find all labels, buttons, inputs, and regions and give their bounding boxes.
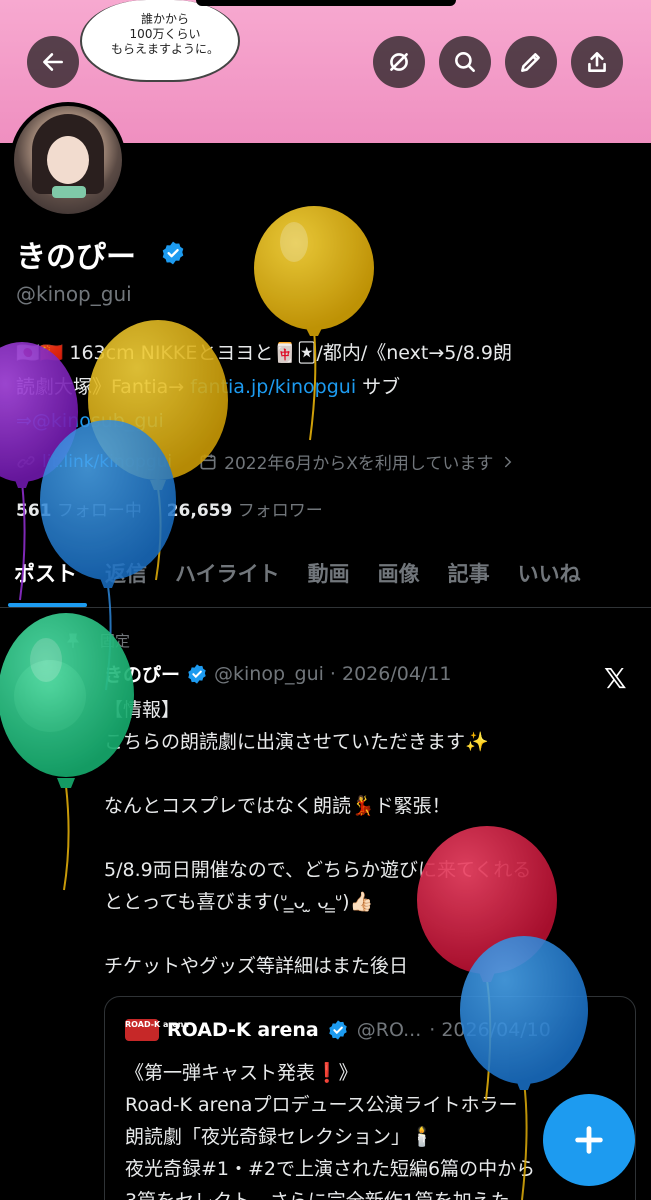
share-icon: [588, 52, 606, 72]
quoted-post-header: ROAD-K arena ROAD-K arena @RO... · 2026/…: [125, 1019, 551, 1041]
bubble-line: もらえますように。: [110, 42, 219, 56]
pinned-label: 固定: [100, 632, 131, 650]
avatar-photo: [14, 106, 122, 214]
post-line: [104, 918, 644, 950]
link-icon: [17, 455, 35, 468]
post-line: 5/8.9両日開催なので、どちらか遊びに来てくれる: [104, 859, 532, 881]
post-line: こちらの朗読劇に出演させていただきます✨: [104, 731, 489, 753]
bio-text: 読劇大塚》Fantia→: [16, 376, 191, 398]
verified-badge-icon: [329, 1020, 347, 1040]
joined-date[interactable]: 2022年6月からXを利用しています: [224, 449, 493, 474]
speech-bubble-text: 誰かから 100万くらい もらえますように。: [100, 12, 230, 57]
follow-stats: 561 フォロー中 26,659 フォロワー: [16, 496, 323, 521]
post-line: チケットやグッズ等詳細はまた後日: [104, 955, 409, 977]
bio-text: サブ: [356, 376, 401, 398]
post-line: 【情報】: [104, 699, 181, 721]
search-icon: [455, 52, 475, 72]
post-text: 【情報】 こちらの朗読劇に出演させていただきます✨ なんとコスプレではなく朗読💃…: [104, 694, 644, 982]
device-notch: [196, 0, 456, 6]
fantia-link[interactable]: fantia.jp/kinopgui: [190, 376, 356, 398]
grok-icon: [390, 53, 408, 71]
edit-profile-button[interactable]: [505, 36, 557, 88]
profile-name: きのぴー: [16, 240, 136, 275]
grok-button[interactable]: [373, 36, 425, 88]
profile-meta: lit.link/kinopgui 2022年6月からXを利用しています: [16, 449, 517, 474]
profile-bio: 🇯🇵🇨🇳 163cm NIKKEとヨヨと🀄🃏/都内/《next→5/8.9朗 読…: [16, 336, 636, 438]
bubble-line: 誰かから: [140, 12, 189, 26]
tab-articles[interactable]: 記事: [434, 548, 504, 607]
quote-line: 《第一弾キャスト発表❗️》: [125, 1062, 358, 1084]
verified-badge-icon[interactable]: [160, 240, 186, 266]
quote-line: 3篇をセレクト、さらに完全新作1篇を加えた: [125, 1185, 625, 1200]
following-count: 561: [16, 501, 52, 521]
post-line: [104, 822, 644, 854]
profile-avatar[interactable]: [10, 102, 126, 218]
compose-post-button[interactable]: [543, 1094, 635, 1186]
post-header: きのぴー @kinop_gui · 2026/04/11: [104, 660, 452, 687]
profile-handle: @kinop_gui: [16, 282, 132, 306]
followers-link[interactable]: 26,659 フォロワー: [167, 501, 323, 521]
followers-count: 26,659: [166, 501, 233, 521]
plus-icon: [575, 1126, 603, 1154]
post-line: [104, 758, 644, 790]
website-link[interactable]: lit.link/kinopgui: [42, 452, 172, 472]
post-author-avatar[interactable]: [14, 660, 86, 732]
tab-highlights[interactable]: ハイライト: [161, 548, 294, 607]
quoted-post-date: · 2026/04/10: [429, 1019, 551, 1041]
bubble-line: 100万くらい: [129, 27, 201, 41]
bio-line: 読劇大塚》Fantia→ fantia.jp/kinopgui サブ: [16, 370, 636, 404]
post-author-handle[interactable]: @kinop_gui: [214, 663, 324, 685]
following-link[interactable]: 561 フォロー中: [16, 501, 142, 521]
bio-line: 🇯🇵🇨🇳 163cm NIKKEとヨヨと🀄🃏/都内/《next→5/8.9朗: [16, 342, 512, 364]
tab-replies[interactable]: 返信: [91, 548, 161, 607]
chevron-right-icon[interactable]: [499, 453, 517, 471]
post-line: なんとコスプレではなく朗読💃ド緊張！: [104, 795, 451, 817]
tab-posts[interactable]: ポスト: [0, 548, 91, 607]
pencil-icon: [521, 53, 540, 72]
back-button[interactable]: [27, 36, 79, 88]
tab-likes[interactable]: いいね: [504, 548, 595, 607]
share-button[interactable]: [571, 36, 623, 88]
arrow-left-icon: [43, 53, 63, 71]
post-date[interactable]: · 2026/04/11: [330, 663, 452, 685]
following-label: フォロー中: [56, 501, 142, 521]
x-logo-icon: 𝕏: [604, 662, 627, 695]
post-line: ととっても喜びます(ᐡ ̳ᴗ ̫ ᴗ ̳ᐡ)👍🏻: [104, 891, 374, 913]
followers-label: フォロワー: [237, 501, 323, 521]
pin-icon: [67, 633, 79, 648]
quoted-author-handle: @RO...: [356, 1019, 422, 1041]
sub-account-link[interactable]: ⇒@kinosub_gui: [16, 404, 636, 438]
pinned-indicator: 固定: [64, 630, 130, 651]
road-k-logo: ROAD-K arena: [125, 1019, 189, 1041]
tab-videos[interactable]: 動画: [294, 548, 364, 607]
quoted-author-name: ROAD-K arena: [167, 1019, 319, 1041]
calendar-icon: [200, 454, 216, 469]
tab-images[interactable]: 画像: [364, 548, 434, 607]
post-author-name[interactable]: きのぴー: [104, 660, 180, 687]
search-button[interactable]: [439, 36, 491, 88]
verified-badge-icon: [188, 663, 206, 684]
profile-tabs: ポスト 返信 ハイライト 動画 画像 記事 いいね: [0, 548, 651, 608]
